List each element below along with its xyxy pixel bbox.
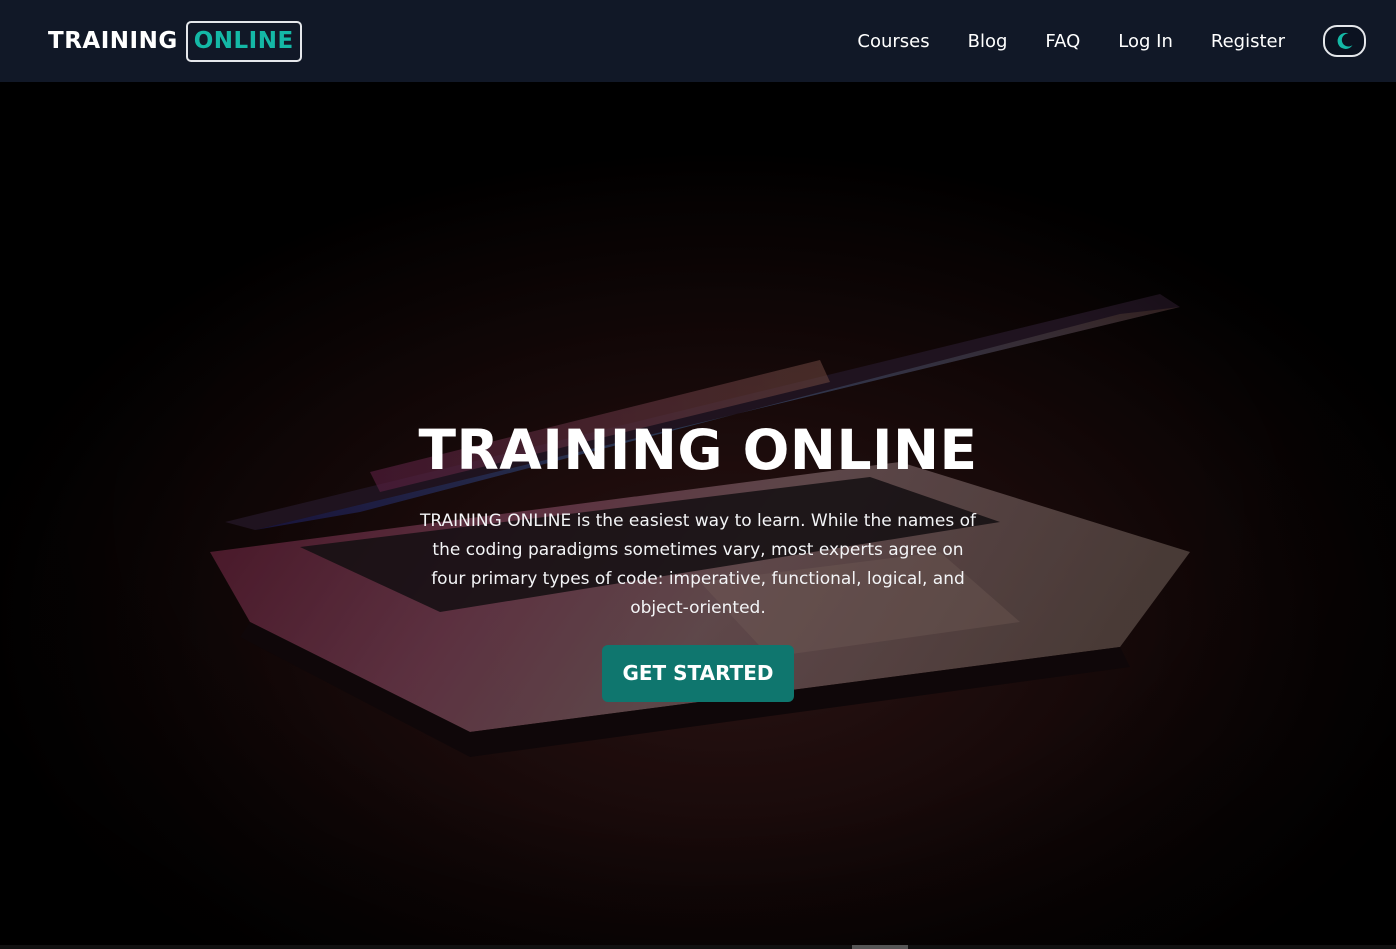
nav-link-faq[interactable]: FAQ: [1045, 31, 1080, 52]
nav-link-blog[interactable]: Blog: [968, 31, 1008, 52]
horizontal-scrollbar-thumb[interactable]: [852, 945, 908, 949]
main-nav: Courses Blog FAQ Log In Register: [857, 25, 1366, 57]
nav-link-courses[interactable]: Courses: [857, 31, 929, 52]
hero-content: TRAINING ONLINE TRAINING ONLINE is the e…: [0, 420, 1396, 702]
theme-toggle-button[interactable]: [1323, 25, 1366, 57]
logo-text-primary: TRAINING: [48, 28, 178, 54]
hero-section: TRAINING ONLINE TRAINING ONLINE is the e…: [0, 82, 1396, 949]
top-navbar: TRAINING ONLINE Courses Blog FAQ Log In …: [0, 0, 1396, 82]
site-logo[interactable]: TRAINING ONLINE: [48, 20, 302, 62]
nav-link-register[interactable]: Register: [1211, 31, 1285, 52]
get-started-button[interactable]: GET STARTED: [602, 644, 794, 702]
moon-icon: [1337, 32, 1352, 49]
logo-text-accent: ONLINE: [185, 20, 302, 62]
hero-description: TRAINING ONLINE is the easiest way to le…: [420, 510, 976, 618]
nav-link-login[interactable]: Log In: [1118, 31, 1173, 52]
hero-title: TRAINING ONLINE: [418, 418, 978, 482]
bottom-border: [0, 945, 1396, 949]
